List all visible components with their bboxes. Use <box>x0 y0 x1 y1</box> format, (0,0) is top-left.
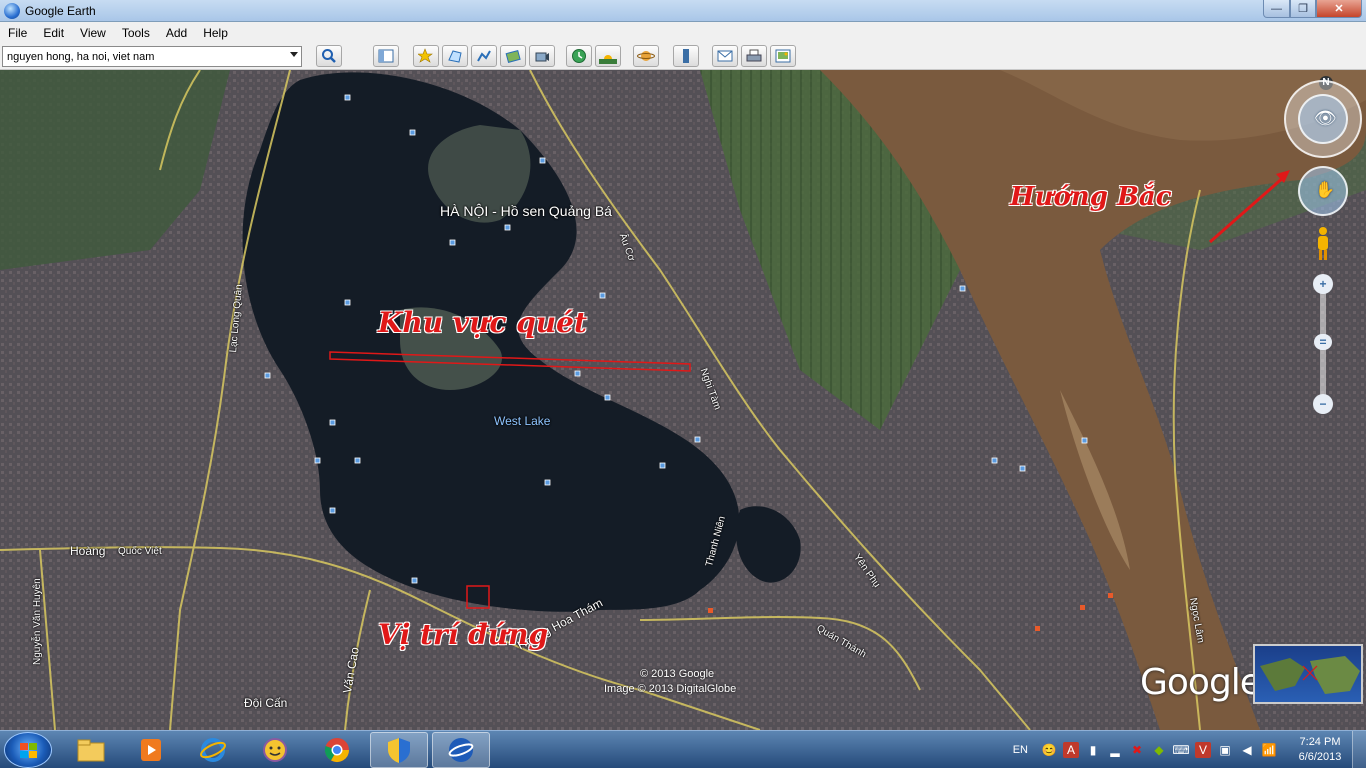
road-label-doi-can: Đội Cấn <box>244 696 288 710</box>
system-tray: EN 😊 A ▮ ▂ ✖ ◆ ⌨ V ▣ ◀ 📶 7:24 PM 6/6/201… <box>1013 731 1366 768</box>
show-desktop-button[interactable] <box>1352 731 1366 768</box>
image-overlay-icon[interactable] <box>500 45 526 67</box>
menu-help[interactable]: Help <box>195 26 236 40</box>
print-icon[interactable] <box>741 45 767 67</box>
media-player-icon[interactable] <box>122 732 180 768</box>
email-icon[interactable] <box>712 45 738 67</box>
road-label-hoang: Hoàng <box>70 544 106 558</box>
title-bar[interactable]: Google Earth — ❐ ✕ <box>0 0 1366 22</box>
clock-time: 7:24 PM <box>1299 736 1341 748</box>
lake-label-west-lake: West Lake <box>494 414 551 428</box>
internet-explorer-icon[interactable] <box>184 732 242 768</box>
security-shield-icon[interactable] <box>370 732 428 768</box>
sync-icon[interactable]: ◆ <box>1151 742 1167 758</box>
search-input-value: nguyen hong, ha noi, viet nam <box>7 50 155 63</box>
pdf-icon[interactable]: A <box>1063 742 1079 758</box>
keyboard-icon[interactable]: ⌨ <box>1172 742 1189 758</box>
eye-icon: 👁 <box>1314 108 1337 128</box>
signal-icon[interactable]: ▂ <box>1107 742 1123 758</box>
overview-map[interactable] <box>1253 644 1363 704</box>
zoom-slider[interactable]: + = − <box>1313 274 1333 414</box>
zoom-handle[interactable]: = <box>1314 334 1332 350</box>
menu-bar: File Edit View Tools Add Help <box>0 22 1366 43</box>
annotation-scan-area: Khu vực quét <box>378 306 587 339</box>
planets-icon[interactable] <box>633 45 659 67</box>
language-indicator[interactable]: EN <box>1013 744 1028 756</box>
annotation-north-direction: Hướng Bắc <box>1010 182 1172 212</box>
zoom-out-button[interactable]: − <box>1313 394 1333 414</box>
google-earth-icon <box>4 2 20 19</box>
window-title: Google Earth <box>25 3 96 18</box>
menu-edit[interactable]: Edit <box>35 26 72 40</box>
sidebar-icon[interactable] <box>373 45 399 67</box>
antivirus-icon[interactable]: V <box>1195 742 1211 758</box>
save-image-icon[interactable] <box>770 45 796 67</box>
record-tour-icon[interactable] <box>529 45 555 67</box>
sunlight-icon[interactable] <box>595 45 621 67</box>
search-icon[interactable] <box>316 45 342 67</box>
wifi-icon[interactable]: 📶 <box>1261 742 1277 758</box>
annotation-standing-position: Vị trí đứng <box>378 618 549 651</box>
display-icon[interactable]: ▣ <box>1217 742 1233 758</box>
dropdown-arrow-icon[interactable] <box>290 52 298 57</box>
copyright-google: © 2013 Google <box>640 668 715 680</box>
logo-google-text: Google <box>1140 662 1262 703</box>
chrome-icon[interactable] <box>308 732 366 768</box>
historical-imagery-icon[interactable] <box>566 45 592 67</box>
taskbar: EN 😊 A ▮ ▂ ✖ ◆ ⌨ V ▣ ◀ 📶 7:24 PM 6/6/201… <box>0 730 1366 768</box>
clock-date: 6/6/2013 <box>1298 751 1342 763</box>
place-label-quang-ba[interactable]: HÀ NỘI - Hồ sen Quảng Bá <box>440 203 612 219</box>
menu-file[interactable]: File <box>0 26 35 40</box>
road-label-quoc-viet: Quốc Việt <box>118 546 162 557</box>
polygon-icon[interactable] <box>442 45 468 67</box>
yahoo-messenger-icon[interactable] <box>246 732 304 768</box>
clock[interactable]: 7:24 PM 6/6/2013 <box>1288 735 1352 765</box>
placemark-icon[interactable] <box>413 45 439 67</box>
restore-button[interactable]: ❐ <box>1290 0 1316 18</box>
satellite-imagery <box>0 70 1366 730</box>
menu-add[interactable]: Add <box>158 26 195 40</box>
ruler-icon[interactable] <box>673 45 699 67</box>
menu-view[interactable]: View <box>72 26 114 40</box>
google-earth-icon[interactable] <box>432 732 490 768</box>
earth-map-view[interactable]: HÀ NỘI - Hồ sen Quảng Bá West Lake Hoàng… <box>0 70 1366 730</box>
path-icon[interactable] <box>471 45 497 67</box>
hand-icon: ✋ <box>1315 182 1335 199</box>
windows-logo-icon <box>20 743 37 758</box>
window-controls: — ❐ ✕ <box>1263 0 1362 18</box>
close-button[interactable]: ✕ <box>1316 0 1362 18</box>
battery-icon[interactable]: ▮ <box>1085 742 1101 758</box>
windows-explorer-icon[interactable] <box>62 732 120 768</box>
road-label-nguyen-van-huyen: Nguyễn Văn Huyên <box>32 578 43 665</box>
zoom-in-button[interactable]: + <box>1313 274 1333 294</box>
toolbar: nguyen hong, ha noi, viet nam <box>0 43 1366 70</box>
copyright-digitalglobe: Image © 2013 DigitalGlobe <box>604 683 737 695</box>
emoticon-icon[interactable]: 😊 <box>1041 742 1057 758</box>
minimize-button[interactable]: — <box>1263 0 1290 18</box>
start-button[interactable] <box>4 732 52 768</box>
blocked-icon[interactable]: ✖ <box>1129 742 1145 758</box>
menu-tools[interactable]: Tools <box>114 26 158 40</box>
volume-icon[interactable]: ◀ <box>1239 742 1255 758</box>
search-input[interactable]: nguyen hong, ha noi, viet nam <box>2 46 302 67</box>
street-view-pegman-icon[interactable] <box>1315 226 1331 262</box>
